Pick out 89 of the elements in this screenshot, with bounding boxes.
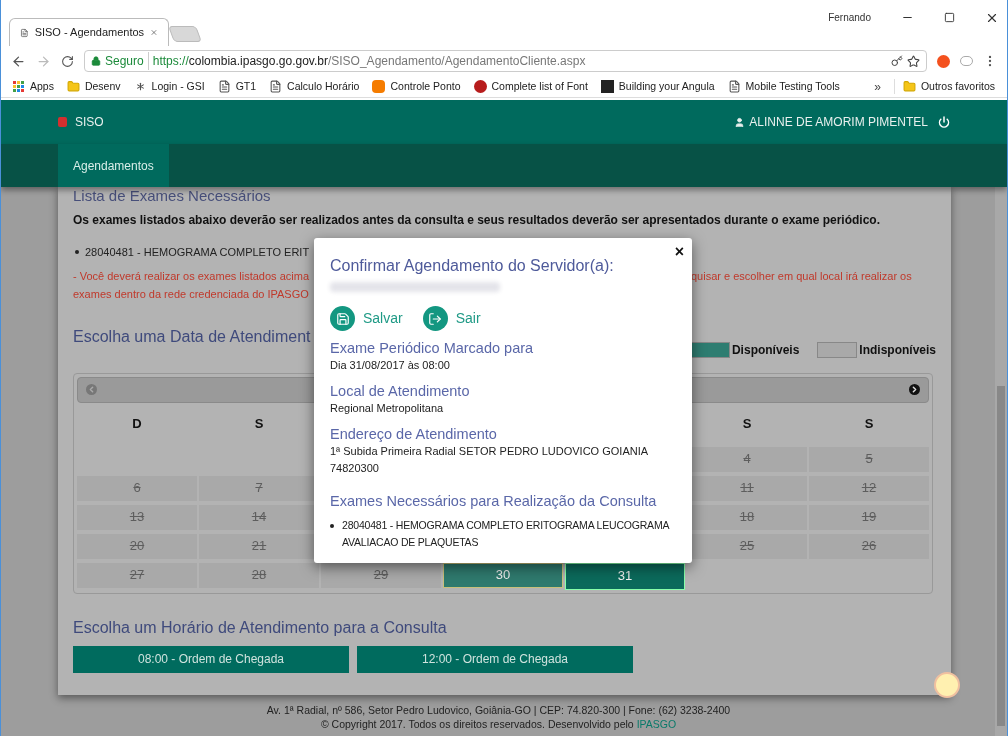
bullet-icon <box>75 250 79 255</box>
weekday-label: D <box>131 414 143 433</box>
reload-icon[interactable] <box>61 54 74 68</box>
calendar-day[interactable]: 31 <box>565 562 685 590</box>
user-name[interactable]: ALINNE DE AMORIM PIMENTEL <box>749 113 928 131</box>
back-icon[interactable] <box>11 53 26 69</box>
browser-tab[interactable]: SISO - Agendamentos <box>9 18 169 46</box>
apps-grid-icon <box>13 80 25 93</box>
brand-label[interactable]: SISO <box>75 113 104 131</box>
calendar-day[interactable]: 30 <box>443 562 563 588</box>
folder-icon <box>902 80 916 93</box>
calendar-day: 5 <box>809 446 929 472</box>
calendar-day: 13 <box>77 504 197 530</box>
calendar-day: 28 <box>199 562 319 588</box>
section-text: 1ª Subida Primeira Radial SETOR PEDRO LUDOVICO GOIANIA <box>330 444 650 459</box>
section-heading: Exame Periódico Marcado para <box>330 340 535 357</box>
section-heading: Exames Necessários para Realização da Consulta <box>330 492 658 511</box>
secure-label: Seguro <box>105 52 149 70</box>
calendar-day: 20 <box>77 533 197 559</box>
section-heading: Endereço de Atendimento <box>330 426 498 443</box>
section-heading: Local de Atendimento <box>330 383 471 400</box>
weekday-label: S <box>741 414 753 433</box>
url-text: https://colombia.ipasgo.go.gov.br/SISO_Agendamento/AgendamentoCliente.aspx <box>152 53 586 70</box>
warning-text: exames dentro da rede credenciada do IPASGO <box>73 286 310 302</box>
logout-icon[interactable] <box>938 116 950 128</box>
section-text: 74820300 <box>330 461 380 476</box>
address-bar[interactable]: Seguro https://colombia.ipasgo.go.gov.br/SISO_Agendamento/AgendamentoCliente.aspx <box>84 50 927 72</box>
bookmark-item[interactable]: Desenv <box>66 78 121 95</box>
dialog-title: Confirmar Agendamento do Servidor(a): <box>330 256 615 276</box>
warning-text: - Você deverá realizar os exames listados acima <box>73 268 310 284</box>
site-icon <box>600 80 614 93</box>
page-icon <box>269 80 283 93</box>
exam-item: 28040481 - HEMOGRAMA COMPLETO ERIT <box>85 245 310 260</box>
profile-name[interactable]: Fernando <box>828 10 871 25</box>
exam-item: 28040481 - HEMOGRAMA COMPLETO ERITOGRAMA LEUCOGRAMA AVALIACAO DE PLAQUETAS <box>342 517 671 550</box>
page-icon <box>217 80 231 93</box>
time-slot-button[interactable]: 12:00 - Ordem de Chegada <box>357 645 633 673</box>
lock-icon <box>91 56 101 66</box>
page-icon <box>20 26 29 39</box>
user-icon <box>734 116 746 128</box>
key-icon[interactable] <box>891 55 903 67</box>
more-bookmarks-button[interactable]: » <box>874 77 881 96</box>
tab-title: SISO - Agendamentos <box>34 25 145 41</box>
logo-icon <box>58 117 67 127</box>
calendar-day: 29 <box>321 562 441 588</box>
save-icon <box>335 311 350 326</box>
nav-tab[interactable]: Agendamentos <box>58 144 169 187</box>
site-icon <box>372 80 386 93</box>
section-title: Escolha um Horário de Atendimento para a Consulta <box>73 617 448 638</box>
close-button[interactable]: × <box>674 244 684 260</box>
save-button[interactable]: Salvar <box>330 306 403 331</box>
bookmark-item[interactable]: Calculo Horário <box>269 78 360 95</box>
bookmark-item[interactable]: Mobile Testing Tools <box>727 78 840 95</box>
bookmark-item[interactable]: Login - GSI <box>133 78 205 95</box>
section-text: Regional Metropolitana <box>330 401 445 416</box>
legend-label: Disponíveis <box>731 341 800 359</box>
footer-address: Av. 1ª Radial, nº 586, Setor Pedro Ludovico, Goiânia-GO | CEP: 74.820-300 | Fone: (62) 3238-2400 <box>266 703 731 717</box>
intro-text: Os exames listados abaixo deverão ser realizados antes da consulta e seus resultados deverão ser apresentados durante o exame periódico. <box>73 212 881 229</box>
bookmark-item[interactable]: Controle Ponto <box>372 78 461 95</box>
bookmark-item[interactable]: Building your Angula <box>600 78 715 95</box>
bookmark-item[interactable]: GT1 <box>217 78 257 95</box>
calendar-day: 6 <box>77 475 197 501</box>
page-icon <box>727 80 741 93</box>
folder-icon <box>66 80 80 93</box>
site-icon <box>473 80 487 93</box>
bookmark-item[interactable]: Apps <box>13 78 54 95</box>
section-title: Escolha uma Data de Atendiment <box>73 326 312 347</box>
footer-copyright: © Copyright 2017. Todos os direitos reservados. Desenvolvido pelo IPASGO <box>320 717 677 731</box>
extension-icon[interactable] <box>937 54 950 68</box>
exit-button[interactable]: Sair <box>422 306 481 331</box>
bookmark-item[interactable]: Outros favoritos <box>893 78 995 95</box>
calendar-day: 19 <box>809 504 929 530</box>
maximize-icon[interactable] <box>944 12 955 23</box>
bullet-icon <box>330 523 334 528</box>
bookmark-item[interactable]: Complete list of Font <box>473 78 588 95</box>
section-text: Dia 31/08/2017 às 08:00 <box>330 358 451 373</box>
weekday-label: S <box>253 414 265 433</box>
warning-text: quisar e escolher em qual local irá realizar os <box>691 268 912 284</box>
legend-label: Indisponíveis <box>859 341 936 359</box>
cursor-highlight <box>934 672 960 698</box>
calendar-day: 12 <box>809 475 929 501</box>
exit-icon <box>428 311 443 326</box>
bookmark-star-icon[interactable] <box>907 54 920 68</box>
weekday-label: S <box>863 414 875 433</box>
calendar-day: 27 <box>77 562 197 588</box>
calendar-day: 26 <box>809 533 929 559</box>
section-title: Lista de Exames Necessários <box>73 187 272 205</box>
time-slot-button[interactable]: 08:00 - Ordem de Chegada <box>73 645 349 673</box>
next-month-button[interactable] <box>909 384 920 395</box>
